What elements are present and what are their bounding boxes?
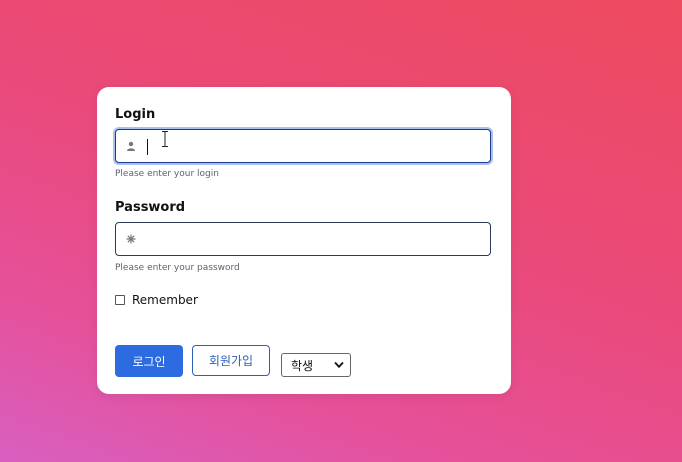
login-button[interactable]: 로그인 <box>115 345 183 377</box>
text-cursor-icon <box>162 131 168 147</box>
signup-button[interactable]: 회원가입 <box>192 345 270 376</box>
password-field[interactable] <box>115 222 491 256</box>
role-select[interactable]: 학생 <box>281 353 351 377</box>
login-label: Login <box>115 107 156 122</box>
password-hint: Please enter your password <box>115 263 240 273</box>
remember-checkbox[interactable] <box>115 295 125 305</box>
login-hint: Please enter your login <box>115 169 219 179</box>
login-card: Login Please enter your login Password P… <box>97 87 511 394</box>
role-select-value: 학생 <box>291 358 314 373</box>
text-caret <box>147 139 148 155</box>
remember-label: Remember <box>132 293 198 307</box>
password-label: Password <box>115 200 186 215</box>
chevron-down-icon <box>334 361 344 369</box>
login-field[interactable] <box>115 129 491 163</box>
asterisk-icon <box>125 233 137 245</box>
user-icon <box>125 140 137 152</box>
password-input[interactable] <box>144 227 488 253</box>
login-input[interactable] <box>144 134 488 160</box>
remember-option[interactable]: Remember <box>115 293 198 307</box>
